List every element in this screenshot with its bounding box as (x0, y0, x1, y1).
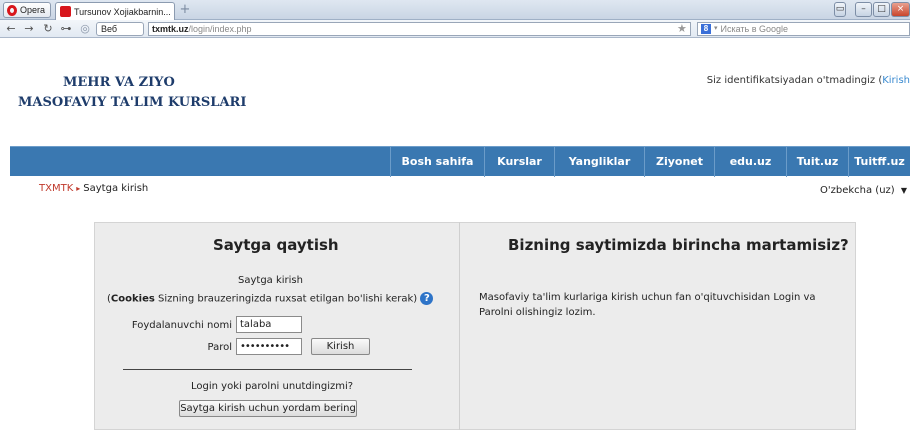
browser-tab-bar: Opera Tursunov Xojiakbarnin... × + ▭ – □… (0, 0, 910, 20)
chevron-down-icon: ▼ (900, 186, 908, 195)
search-placeholder: Искать в Google (720, 24, 789, 34)
back-icon[interactable]: ← (4, 22, 18, 36)
opera-menu-button[interactable]: Opera (3, 2, 51, 18)
search-engine-icon[interactable]: 8 (701, 24, 711, 34)
login-info-text: Siz identifikatsiyadan o'tmadingiz ( (706, 75, 883, 86)
reload-icon[interactable]: ↻ (41, 22, 55, 36)
login-submit-button[interactable]: Kirish (311, 338, 370, 355)
menu-item-ziyonet[interactable]: Ziyonet (644, 147, 714, 177)
menu-item-tuit[interactable]: Tuit.uz (786, 147, 848, 177)
help-icon[interactable]: ? (420, 292, 434, 305)
menu-item-tuitff[interactable]: Tuitff.uz (848, 147, 910, 177)
breadcrumb-separator-icon: ▸ (76, 184, 81, 193)
cookies-bold: Cookies (110, 293, 155, 305)
login-link[interactable]: Kirish (882, 75, 910, 86)
bookmark-star-icon[interactable]: ★ (677, 22, 687, 35)
panel-divider (459, 222, 460, 430)
login-help-button[interactable]: Saytga kirish uchun yordam bering (179, 400, 357, 417)
username-input[interactable] (236, 316, 302, 333)
password-input[interactable] (236, 338, 302, 355)
tab-title: Tursunov Xojiakbarnin... (74, 6, 171, 17)
signup-heading: Bizning saytimizda birincha martamisiz? (508, 236, 849, 254)
menu-item-edu[interactable]: edu.uz (714, 147, 786, 177)
cookies-notice: (Cookies Sizning brauzeringizda ruxsat e… (107, 292, 434, 305)
address-bar[interactable]: txmtk.uz/login/index.php (148, 22, 691, 36)
forgot-password-text: Login yoki parolni unutdingizmi? (191, 381, 354, 392)
language-selected: O'zbekcha (uz) (820, 185, 895, 196)
breadcrumb: TXMTK ▸ Saytga kirish (39, 183, 148, 194)
opera-logo-icon (7, 4, 17, 16)
login-info: Siz identifikatsiyadan o'tmadingiz (Kiri… (707, 75, 910, 86)
search-field[interactable]: 8 ▾ Искать в Google (697, 22, 910, 36)
tab-close-icon[interactable]: × (174, 7, 175, 17)
menu-item-kurslar[interactable]: Kurslar (484, 147, 554, 177)
site-logo-line2[interactable]: MASOFAVIY TA'LIM KURSLARI (18, 95, 246, 110)
login-separator (123, 369, 412, 370)
main-menu: Bosh sahifa Kurslar Yangliklar Ziyonet e… (10, 146, 910, 177)
breadcrumb-current: Saytga kirish (83, 183, 149, 194)
breadcrumb-home-link[interactable]: TXMTK (39, 183, 73, 194)
maximize-icon[interactable]: □ (873, 2, 890, 17)
login-subheading: Saytga kirish (238, 275, 303, 286)
signup-text: Masofaviy ta'lim kurlariga kirish uchun … (479, 292, 816, 318)
site-logo-line1[interactable]: MEHR VA ZIYO (63, 75, 175, 90)
browser-nav-bar: ← → ↻ ⊶ ◎ Веб txmtk.uz/login/index.php ★… (0, 20, 910, 38)
language-select[interactable]: O'zbekcha (uz) ▼ (820, 183, 910, 199)
key-icon[interactable]: ⊶ (59, 22, 73, 36)
forward-icon[interactable]: → (22, 22, 36, 36)
close-window-icon[interactable]: × (891, 2, 910, 17)
web-badge[interactable]: Веб (96, 22, 144, 36)
url-host: txmtk.uz (152, 24, 189, 34)
opera-menu-label: Opera (20, 5, 46, 15)
minimize-icon[interactable]: – (855, 2, 872, 17)
search-engine-dropdown-icon[interactable]: ▾ (714, 23, 718, 35)
cookies-text: Sizning brauzeringizda ruxsat etilgan bo… (154, 293, 418, 305)
security-icon[interactable]: ◎ (78, 22, 92, 36)
login-heading: Saytga qaytish (213, 236, 339, 254)
password-label: Parol (207, 342, 233, 353)
menu-item-yangliklar[interactable]: Yangliklar (554, 147, 644, 177)
new-tab-icon[interactable]: + (178, 3, 192, 17)
browser-tab[interactable]: Tursunov Xojiakbarnin... × (55, 2, 175, 20)
menu-item-bosh-sahifa[interactable]: Bosh sahifa (390, 147, 484, 177)
site-favicon-icon (60, 6, 71, 17)
tab-list-icon[interactable]: ▭ (834, 2, 846, 17)
username-label: Foydalanuvchi nomi (131, 320, 232, 331)
url-path: /login/index.php (188, 24, 252, 34)
